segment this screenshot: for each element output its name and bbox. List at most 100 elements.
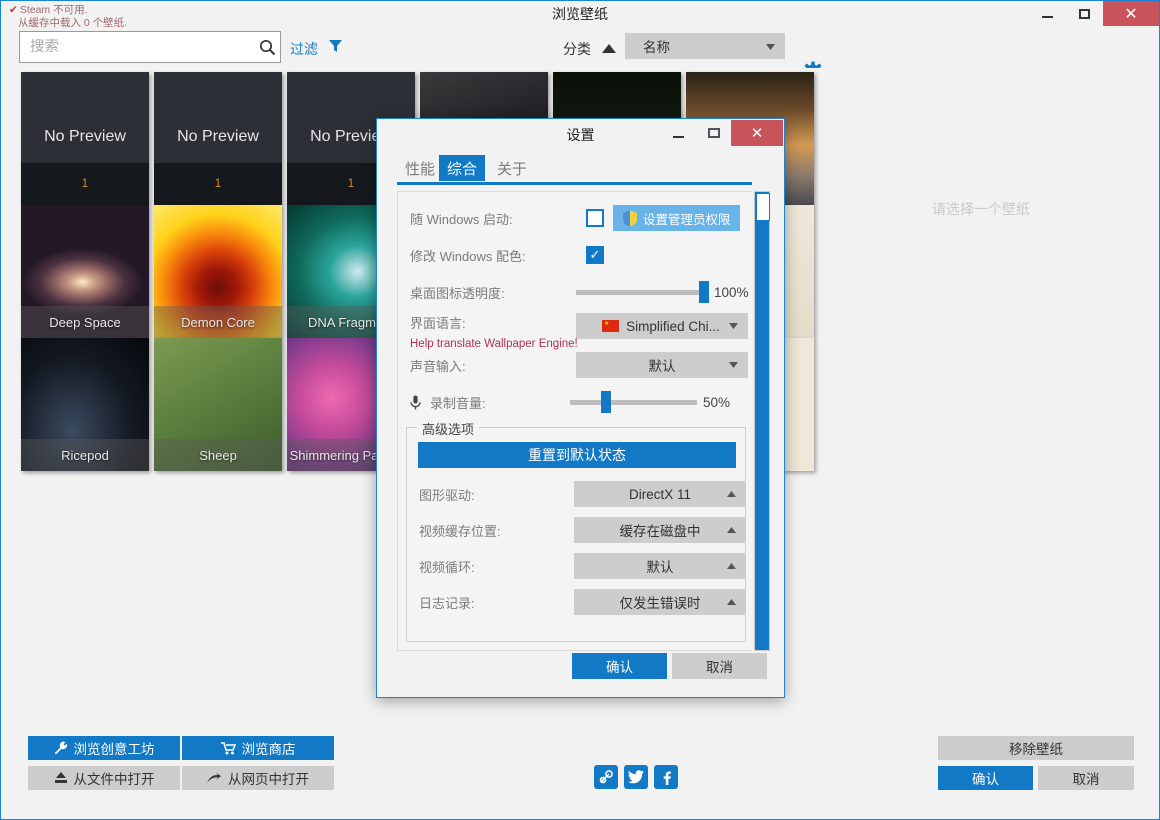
wallpaper-tile[interactable]: Sheep [154,338,282,471]
wallpaper-tile[interactable]: No Preview 1 [154,72,282,205]
logging-value: 仅发生错误时 [619,596,701,611]
chevron-down-icon [729,323,738,329]
tab-about[interactable]: 关于 [489,155,535,181]
advanced-options-title: 高级选项 [417,419,480,438]
desktop-icon-opacity-slider[interactable] [576,281,709,303]
scrollbar-thumb[interactable] [756,193,770,221]
audio-input-value: 默认 [648,359,676,374]
ui-language-label: 界面语言: [410,316,466,331]
graphics-driver-value: DirectX 11 [628,486,692,502]
start-with-windows-checkbox[interactable] [586,209,604,227]
twitter-icon[interactable] [624,765,648,789]
video-cache-value: 缓存在磁盘中 [619,524,701,539]
maximize-icon [1079,8,1090,19]
sort-select[interactable]: 名称 [625,33,785,59]
remove-wallpaper-button[interactable]: 移除壁纸 [938,736,1134,760]
slider-track [576,289,709,295]
video-cache-select[interactable]: 缓存在磁盘中 [574,517,746,543]
tile-label: Sheep [154,439,282,471]
cancel-button[interactable]: 取消 [1038,766,1134,790]
start-with-windows-label: 随 Windows 启动: [410,211,513,227]
browse-workshop-button[interactable]: 浏览创意工坊 [28,736,180,760]
browse-store-button[interactable]: 浏览商店 [182,736,334,760]
set-admin-rights-button[interactable]: 设置管理员权限 [613,205,740,231]
open-from-file-button[interactable]: 从文件中打开 [28,766,180,790]
setting-video-loop: 视频循环: 默认 [407,548,747,584]
tile-no-preview-label: No Preview [177,128,259,145]
filter-button[interactable]: 过滤 [290,39,318,59]
cart-icon [220,741,236,755]
tile-count: 1 [154,163,282,205]
audio-input-select[interactable]: 默认 [576,352,748,378]
setting-logging: 日志记录: 仅发生错误时 [407,584,747,620]
settings-close-button[interactable]: ✕ [731,120,783,146]
slider-track [570,399,697,405]
open-from-file-label: 从文件中打开 [73,772,155,787]
sort-label: 分类 [563,41,591,57]
settings-maximize-button[interactable] [696,120,731,146]
browse-store-label: 浏览商店 [241,742,296,757]
search-box[interactable] [19,31,281,63]
chevron-down-icon [729,362,738,368]
window-controls: ✕ [1029,1,1159,26]
check-icon: ✔ [9,4,18,16]
wrench-icon [54,741,68,755]
advanced-options-group: 高级选项 重置到默认状态 图形驱动: DirectX 11 视频缓存位置: 缓存… [406,419,747,642]
steam-icon[interactable] [594,765,618,789]
slider-knob[interactable] [601,391,611,413]
audio-input-label: 声音输入: [410,358,466,374]
wallpaper-tile[interactable]: Ricepod [21,338,149,471]
settings-cancel-button[interactable]: 取消 [672,653,767,679]
triangle-up-icon[interactable] [602,44,616,54]
reset-to-defaults-button[interactable]: 重置到默认状态 [418,442,736,468]
tile-label: Ricepod [21,439,149,471]
graphics-driver-select[interactable]: DirectX 11 [574,481,746,507]
chevron-up-icon [727,527,736,533]
set-admin-rights-label: 设置管理员权限 [643,212,731,227]
wallpaper-tile[interactable]: Deep Space [21,205,149,338]
china-flag-icon: ★ [602,320,619,332]
wallpaper-tile[interactable]: Demon Core [154,205,282,338]
tile-count: 1 [21,163,149,205]
modify-windows-color-checkbox[interactable]: ✓ [586,246,604,264]
setting-audio-input: 声音输入: 默认 [398,347,753,383]
recording-volume-slider[interactable] [570,391,697,413]
ui-language-select[interactable]: ★ Simplified Chi... [576,313,748,339]
open-from-web-label: 从网页中打开 [228,772,309,787]
settings-confirm-button[interactable]: 确认 [572,653,667,679]
logging-select[interactable]: 仅发生错误时 [574,589,746,615]
setting-ui-language: 界面语言: ★ Simplified Chi... [398,311,753,341]
open-from-web-button[interactable]: 从网页中打开 [182,766,334,790]
setting-start-with-windows: 随 Windows 启动: 设置管理员权限 [398,200,753,236]
close-button[interactable]: ✕ [1103,1,1159,26]
browse-workshop-label: 浏览创意工坊 [73,742,155,757]
settings-minimize-button[interactable] [661,120,696,146]
tab-performance[interactable]: 性能 [397,155,443,181]
desktop-icon-opacity-label: 桌面图标透明度: [410,285,505,301]
sort-select-value: 名称 [643,40,670,55]
setting-modify-windows-color: 修改 Windows 配色: ✓ [398,237,753,273]
facebook-icon[interactable] [654,765,678,789]
settings-dialog-footer: 确认 取消 [377,653,786,679]
search-icon[interactable] [254,39,280,56]
minimize-button[interactable] [1029,1,1066,26]
slider-knob[interactable] [699,281,709,303]
tab-underline [397,182,752,185]
confirm-button[interactable]: 确认 [938,766,1033,790]
minimize-icon [1042,15,1053,18]
upload-icon [54,771,68,785]
settings-window-controls: ✕ [661,120,783,146]
video-loop-select[interactable]: 默认 [574,553,746,579]
wallpaper-engine-window: 浏览壁纸 ✕ ✔Steam 不可用. 从缓存中载入 0 个壁纸. 过滤 分类 名… [0,0,1160,820]
chevron-up-icon [727,563,736,569]
settings-dialog: 设置 ✕ 性能 综合 关于 随 Windows 启动: 设置管理员权限 修改 W… [376,118,785,698]
tile-no-preview-label: No Preview [44,128,126,145]
chevron-up-icon [727,599,736,605]
setting-desktop-icon-opacity: 桌面图标透明度: 100% [398,274,753,310]
search-input[interactable] [20,39,254,55]
wallpaper-tile[interactable]: No Preview 1 [21,72,149,205]
settings-scrollbar[interactable] [754,191,770,651]
funnel-icon[interactable] [328,39,343,54]
tab-general[interactable]: 综合 [439,155,486,181]
maximize-button[interactable] [1066,1,1103,26]
